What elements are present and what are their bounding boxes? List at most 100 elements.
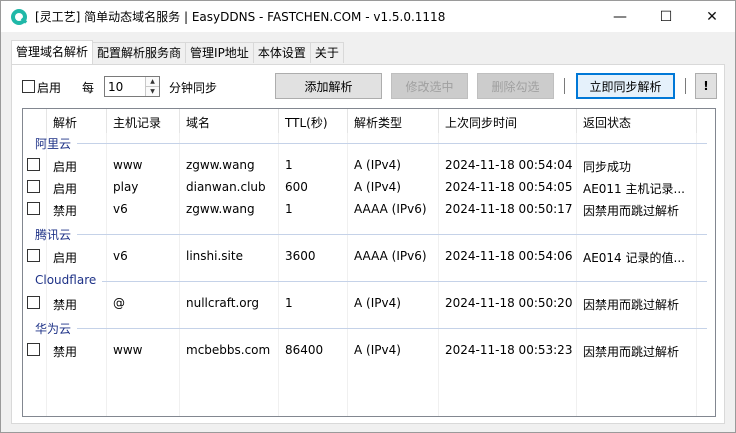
sync-interval-value: 10 — [108, 80, 124, 94]
cell-last-sync: 2024-11-18 00:53:23 — [445, 343, 573, 357]
header-divider[interactable] — [347, 109, 348, 133]
table-row[interactable]: 禁用 @ nullcraft.org 1 A (IPv4) 2024-11-18 00:5… — [23, 293, 715, 313]
cell-last-sync: 2024-11-18 00:54:04 — [445, 158, 573, 172]
cell-domain: nullcraft.org — [186, 296, 259, 310]
cell-last-sync: 2024-11-18 00:54:05 — [445, 180, 573, 194]
toolbar-separator — [564, 78, 565, 94]
cell-domain: dianwan.club — [186, 180, 266, 194]
cell-host: play — [113, 180, 139, 194]
cell-status: AE011 主机记录... — [583, 182, 685, 196]
cell-ttl: 1 — [285, 296, 293, 310]
app-logo-icon — [11, 8, 27, 25]
cell-ttl: 1 — [285, 202, 293, 216]
cell-type: A (IPv4) — [354, 296, 401, 310]
domains-tab-panel: 启用 每 10 ▲ ▼ 分钟同步 添加解析 修改选中 删除勾选 立即同步解析 !… — [11, 64, 725, 424]
cell-type: A (IPv4) — [354, 180, 401, 194]
header-domain[interactable]: 域名 — [186, 114, 210, 131]
cell-host: www — [113, 158, 143, 172]
list-header: 解析 主机记录 域名 TTL(秒) 解析类型 上次同步时间 返回状态 — [23, 109, 715, 133]
header-divider[interactable] — [576, 109, 577, 133]
cell-host: v6 — [113, 202, 128, 216]
window-title: [灵工艺] 简单动态域名服务 | EasyDDNS - FASTCHEN.COM… — [35, 10, 446, 24]
group-divider-line — [102, 281, 707, 282]
spinner-arrows: ▲ ▼ — [145, 77, 159, 96]
cell-enabled: 启用 — [53, 182, 78, 196]
spin-down-icon[interactable]: ▼ — [146, 86, 159, 96]
tab-settings[interactable]: 本体设置 — [252, 42, 311, 63]
cell-host: @ — [113, 296, 125, 310]
cell-status: 因禁用而跳过解析 — [583, 204, 680, 218]
minimize-button[interactable]: — — [597, 1, 643, 32]
cell-type: A (IPv4) — [354, 158, 401, 172]
sync-now-button[interactable]: 立即同步解析 — [576, 73, 675, 99]
tab-strip: 管理域名解析 配置解析服务商 管理IP地址 本体设置 关于 — [11, 40, 344, 64]
header-host[interactable]: 主机记录 — [113, 114, 161, 131]
group-divider-line — [77, 143, 707, 144]
row-checkbox[interactable] — [27, 202, 40, 215]
domain-records-list[interactable]: 解析 主机记录 域名 TTL(秒) 解析类型 上次同步时间 返回状态 阿里云启用… — [22, 108, 716, 417]
header-divider[interactable] — [46, 109, 47, 133]
header-status[interactable]: 返回状态 — [583, 114, 631, 131]
cell-domain: mcbebbs.com — [186, 343, 271, 357]
close-button[interactable]: ✕ — [689, 1, 735, 32]
table-row[interactable]: 启用 www zgww.wang 1 A (IPv4) 2024-11-18 00:54:… — [23, 155, 715, 175]
tab-about[interactable]: 关于 — [309, 42, 344, 63]
row-checkbox[interactable] — [27, 296, 40, 309]
cell-type: AAAA (IPv6) — [354, 249, 427, 263]
tab-manage-domains[interactable]: 管理域名解析 — [11, 40, 94, 64]
header-last-sync[interactable]: 上次同步时间 — [445, 114, 517, 131]
row-checkbox[interactable] — [27, 158, 40, 171]
cell-status: 因禁用而跳过解析 — [583, 298, 680, 312]
sync-interval-spinner[interactable]: 10 ▲ ▼ — [104, 76, 160, 97]
cell-ttl: 86400 — [285, 343, 324, 357]
cell-last-sync: 2024-11-18 00:50:20 — [445, 296, 573, 310]
header-divider[interactable] — [106, 109, 107, 133]
cell-enabled: 禁用 — [53, 345, 78, 359]
interval-unit-label: 分钟同步 — [169, 81, 218, 95]
edit-selected-button[interactable]: 修改选中 — [391, 73, 468, 99]
alert-button[interactable]: ! — [695, 73, 717, 99]
group-header[interactable]: 腾讯云 — [35, 226, 71, 243]
tab-providers[interactable]: 配置解析服务商 — [92, 42, 187, 63]
row-checkbox[interactable] — [27, 343, 40, 356]
group-header[interactable]: Cloudflare — [35, 273, 96, 287]
cell-domain: zgww.wang — [186, 158, 255, 172]
table-row[interactable]: 禁用 www mcbebbs.com 86400 A (IPv4) 2024-11-18 … — [23, 340, 715, 360]
header-ttl[interactable]: TTL(秒) — [285, 114, 328, 131]
delete-checked-button[interactable]: 删除勾选 — [477, 73, 554, 99]
table-row[interactable]: 启用 play dianwan.club 600 A (IPv4) 2024-11-18 … — [23, 177, 715, 197]
table-row[interactable]: 禁用 v6 zgww.wang 1 AAAA (IPv6) 2024-11-18 00:5… — [23, 199, 715, 219]
tab-ip-addresses[interactable]: 管理IP地址 — [185, 42, 254, 63]
header-divider[interactable] — [696, 109, 697, 133]
group-header[interactable]: 华为云 — [35, 320, 71, 337]
cell-host: v6 — [113, 249, 128, 263]
header-type[interactable]: 解析类型 — [354, 114, 402, 131]
header-divider[interactable] — [438, 109, 439, 133]
app-window: [灵工艺] 简单动态域名服务 | EasyDDNS - FASTCHEN.COM… — [0, 0, 736, 433]
header-divider[interactable] — [179, 109, 180, 133]
window-controls: — ☐ ✕ — [597, 1, 735, 32]
cell-type: A (IPv4) — [354, 343, 401, 357]
auto-sync-checkbox[interactable] — [22, 80, 35, 93]
row-checkbox[interactable] — [27, 180, 40, 193]
cell-enabled: 禁用 — [53, 204, 78, 218]
maximize-button[interactable]: ☐ — [643, 1, 689, 32]
title-bar[interactable]: [灵工艺] 简单动态域名服务 | EasyDDNS - FASTCHEN.COM… — [1, 1, 735, 32]
toolbar-separator — [685, 78, 686, 94]
cell-enabled: 启用 — [53, 160, 78, 174]
cell-host: www — [113, 343, 143, 357]
cell-type: AAAA (IPv6) — [354, 202, 427, 216]
cell-ttl: 600 — [285, 180, 308, 194]
add-record-button[interactable]: 添加解析 — [275, 73, 382, 99]
header-enabled[interactable]: 解析 — [53, 114, 77, 131]
header-divider[interactable] — [278, 109, 279, 133]
group-header[interactable]: 阿里云 — [35, 135, 71, 152]
spin-up-icon[interactable]: ▲ — [146, 77, 159, 86]
row-checkbox[interactable] — [27, 249, 40, 262]
cell-domain: linshi.site — [186, 249, 243, 263]
cell-last-sync: 2024-11-18 00:54:06 — [445, 249, 573, 263]
cell-enabled: 启用 — [53, 251, 78, 265]
group-divider-line — [77, 328, 707, 329]
table-row[interactable]: 启用 v6 linshi.site 3600 AAAA (IPv6) 2024-11-18… — [23, 246, 715, 266]
auto-sync-label: 启用 — [37, 81, 62, 95]
